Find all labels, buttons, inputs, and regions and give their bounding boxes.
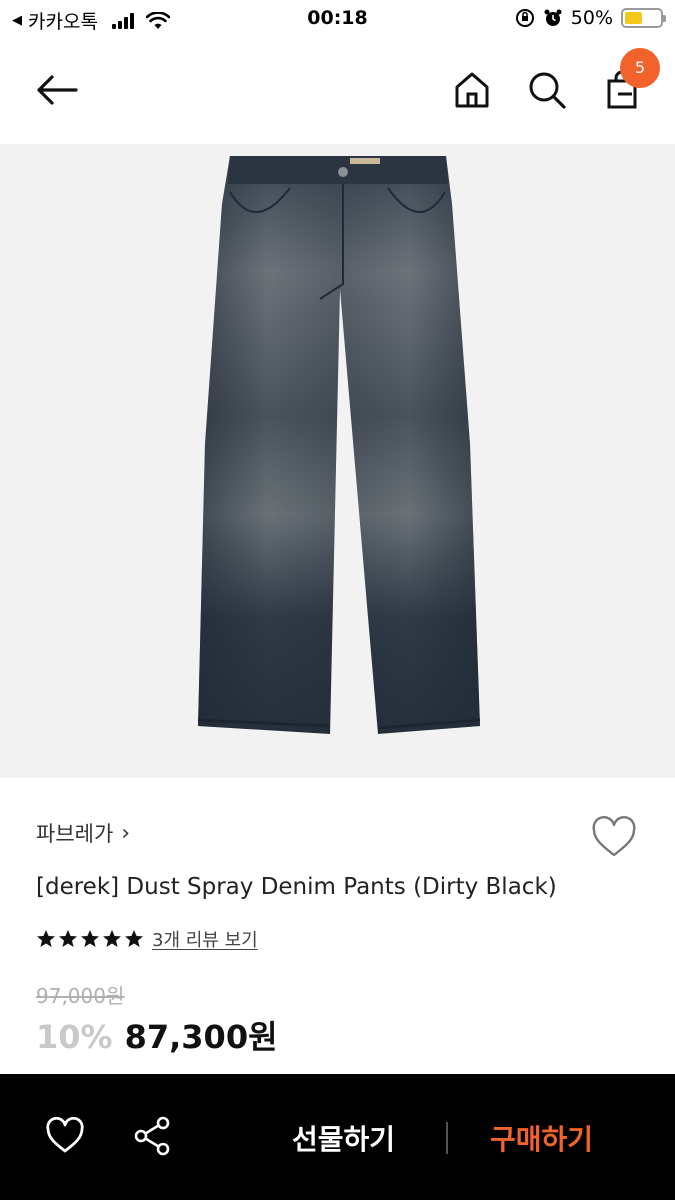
review-link[interactable]: 3개 리뷰 보기 [152,926,258,952]
brand-name: 파브레가 [36,822,114,846]
share-icon[interactable] [130,1114,174,1158]
top-nav-bar: 5 [0,38,675,144]
bottom-action-bar: 선물하기 구매하기 [0,1074,675,1200]
star-icon [125,930,143,947]
discount-rate: 10% [36,1018,113,1056]
status-bar: ◀ 카카오톡 00:18 50% [0,0,675,38]
price-row: 10% 87,300원 [36,1012,278,1058]
cart-count-badge[interactable]: 5 [620,48,660,88]
battery-percent: 50% [570,7,613,29]
star-icon [37,930,55,947]
alarm-icon [544,9,562,26]
rating-row: 3개 리뷰 보기 [36,926,258,952]
rating-stars [36,929,144,949]
buy-button[interactable]: 구매하기 [490,1118,593,1158]
battery-icon [621,8,666,28]
battery-level-fill [625,12,642,24]
back-arrow-icon[interactable] [32,68,82,112]
gift-button[interactable]: 선물하기 [292,1118,395,1158]
product-name: [derek] Dust Spray Denim Pants (Dirty Bl… [36,874,557,900]
chevron-right-icon: › [121,820,131,846]
home-icon[interactable] [450,68,494,112]
orientation-lock-icon [515,9,534,27]
star-icon [59,930,77,947]
search-icon[interactable] [525,68,569,112]
heart-icon[interactable] [44,1116,86,1156]
sale-price: 87,300원 [124,1018,278,1056]
wishlist-heart-icon[interactable] [590,814,638,862]
brand-link[interactable]: 파브레가 › [36,818,130,848]
denim-pants-image [197,156,481,734]
status-right: 50% [515,7,666,29]
original-price: 97,000원 [36,984,125,1008]
product-image[interactable] [0,144,675,778]
star-icon [81,930,99,947]
star-icon [103,930,121,947]
button-divider [446,1122,448,1154]
